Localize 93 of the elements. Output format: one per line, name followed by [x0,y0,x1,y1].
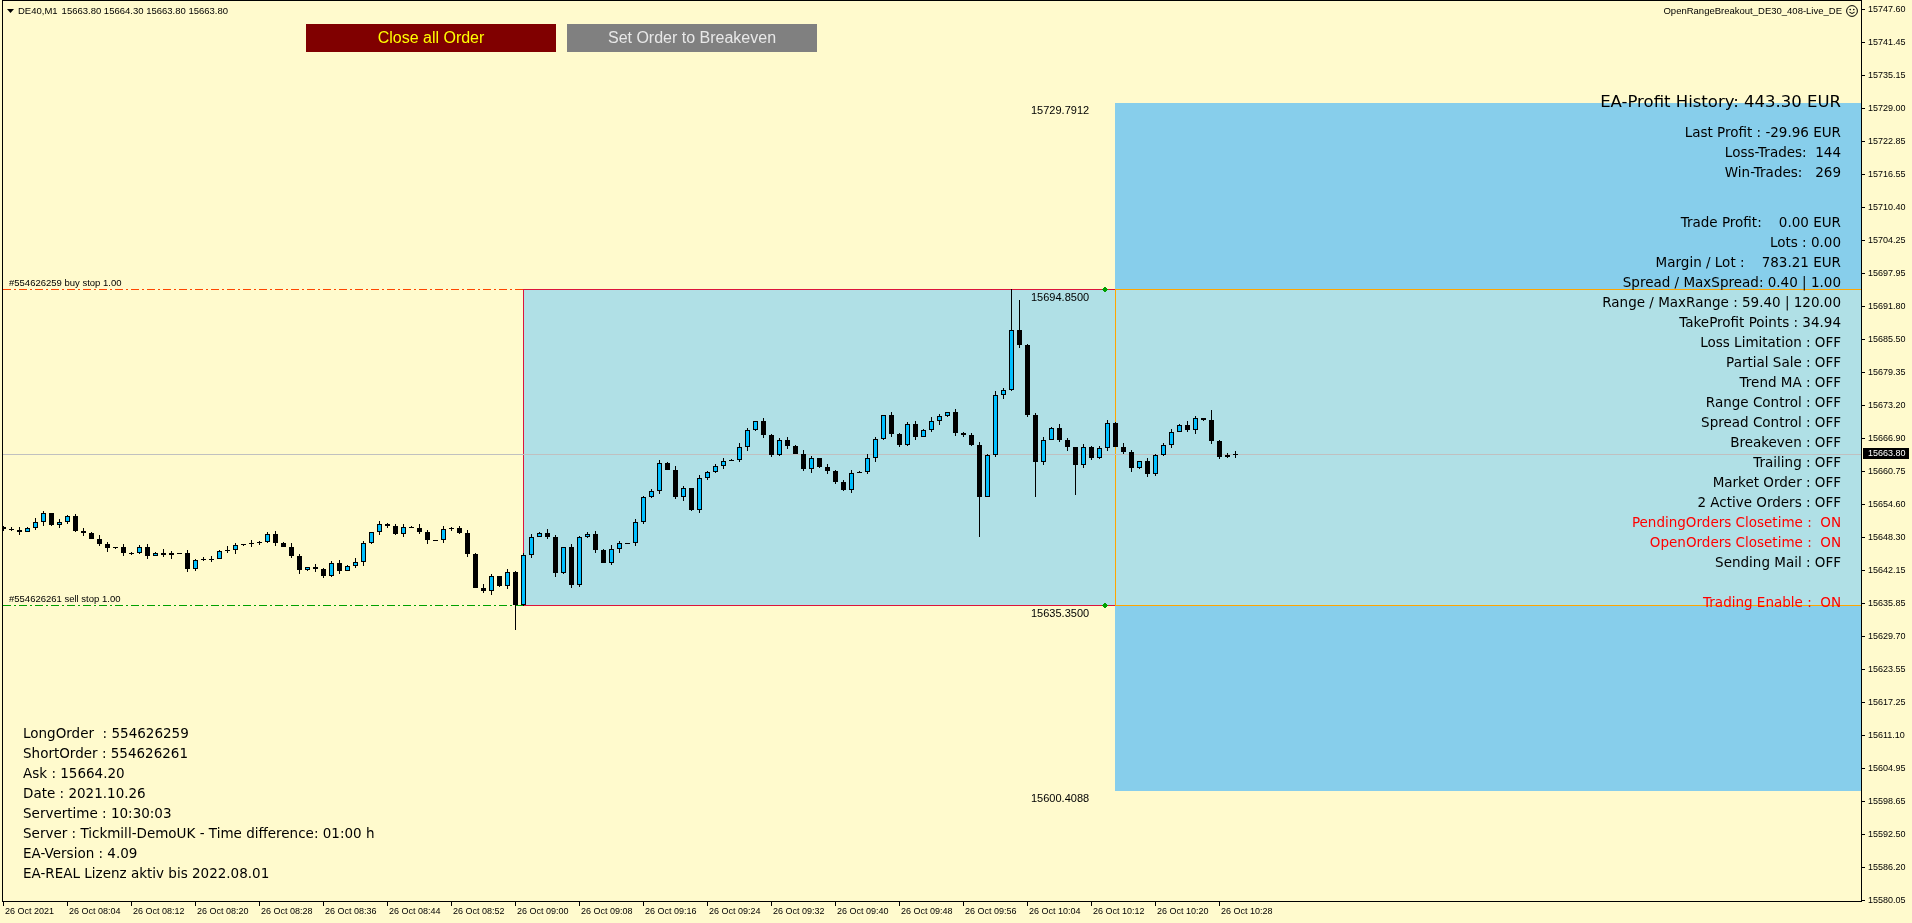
price-axis-label: 15747.60 [1868,3,1906,15]
close-all-button[interactable]: Close all Order [306,24,556,52]
time-axis-label: 26 Oct 08:04 [69,906,121,917]
time-axis-label: 26 Oct 2021 [5,906,55,917]
marker-icon [1102,286,1108,293]
price-axis-label: 15611.10 [1868,729,1905,741]
price-axis-label: 15642.15 [1868,564,1906,576]
price-quote: 15663.80 15664.30 15663.80 15663.80 [61,5,229,17]
price-axis-label: 15685.50 [1868,333,1906,345]
price-level-label: 15635.3500 [1031,607,1090,619]
price-axis-label: 15617.25 [1868,696,1906,708]
price-axis-label: 15592.50 [1868,828,1906,840]
price-axis-label: 15710.40 [1868,201,1906,213]
account-info-line: ShortOrder : 554626261 [23,744,190,763]
price-axis-label: 15580.05 [1868,894,1906,906]
status-line: TakeProfit Points : 34.94 [1679,312,1841,332]
account-info-line: Servertime : 10:30:03 [23,804,173,823]
status-line: Spread Control : OFF [1701,412,1841,432]
price-level-label: 15694.8500 [1031,291,1090,303]
account-info-line: Date : 2021.10.26 [23,784,147,803]
status-line: Sending Mail : OFF [1715,552,1841,572]
status-line: OpenOrders Closetime : ON [1649,532,1841,552]
status-line: Loss Limitation : OFF [1700,332,1841,352]
order-line-label: #554626261 sell stop 1.00 [9,593,121,604]
status-line: Range Control : OFF [1705,392,1841,412]
time-axis-label: 26 Oct 08:52 [453,906,505,917]
status-line: Last Profit : -29.96 EUR [1684,122,1841,142]
time-axis-label: 26 Oct 09:08 [581,906,633,917]
price-axis-label: 15679.35 [1868,366,1906,378]
status-line: Partial Sale : OFF [1726,352,1841,372]
price-axis-label: 15635.85 [1868,597,1906,609]
status-line: Win-Trades: 269 [1724,162,1841,182]
current-price-label: 15663.80 [1863,448,1909,459]
price-level-label: 15729.7912 [1031,104,1090,116]
price-axis-label: 15735.15 [1868,69,1906,81]
time-axis-label: 26 Oct 08:36 [325,906,377,917]
time-axis-label: 26 Oct 10:04 [1029,906,1081,917]
time-axis-label: 26 Oct 09:16 [645,906,697,917]
time-axis-label: 26 Oct 09:24 [709,906,761,917]
status-line: PendingOrders Closetime : ON [1631,512,1841,532]
price-axis-label: 15654.60 [1868,498,1906,510]
price-axis-label: 15629.70 [1868,630,1906,642]
account-info-line: EA-Version : 4.09 [23,844,139,863]
marker-icon [1102,602,1108,609]
price-axis-label: 15716.55 [1868,168,1906,180]
status-line: Trailing : OFF [1753,452,1841,472]
time-axis-label: 26 Oct 10:12 [1093,906,1145,917]
price-axis-label: 15673.20 [1868,399,1906,411]
smiley-icon [1846,5,1858,17]
status-line: Trade Profit: 0.00 EUR [1680,212,1841,232]
price-axis-label: 15586.20 [1868,861,1906,873]
price-axis-label: 15729.00 [1868,102,1906,114]
account-info-line: LongOrder : 554626259 [23,724,190,743]
chart-symbol: DE40,M1 [18,5,58,17]
status-line: Margin / Lot : 783.21 EUR [1655,252,1841,272]
order-line-label: #554626259 buy stop 1.00 [9,277,122,288]
price-axis-label: 15741.45 [1868,36,1906,48]
status-line: Lots : 0.00 [1769,232,1841,252]
price-axis-label: 15691.80 [1868,300,1906,312]
time-axis-label: 26 Oct 08:20 [197,906,249,917]
time-axis-label: 26 Oct 08:12 [133,906,185,917]
status-line: Trend MA : OFF [1739,372,1841,392]
price-axis-label: 15660.75 [1868,465,1906,477]
time-axis-label: 26 Oct 08:28 [261,906,313,917]
time-axis-label: 26 Oct 10:28 [1221,906,1273,917]
price-axis-label: 15704.25 [1868,234,1906,246]
time-axis-label: 26 Oct 09:48 [901,906,953,917]
account-info-line: Ask : 15664.20 [23,764,126,783]
expert-name: OpenRangeBreakout_DE30_408-Live_DE [1663,5,1842,17]
account-info-line: Server : Tickmill-DemoUK - Time difference: 01:00 h [23,824,375,843]
status-line: 2 Active Orders : OFF [1697,492,1841,512]
price-level-label: 15600.4088 [1031,792,1090,804]
status-line: Loss-Trades: 144 [1724,142,1841,162]
price-axis-label: 15722.85 [1868,135,1906,147]
status-line: Range / MaxRange : 59.40 | 120.00 [1602,292,1841,312]
status-line: Spread / MaxSpread: 0.40 | 1.00 [1622,272,1841,292]
time-axis-label: 26 Oct 09:56 [965,906,1017,917]
price-axis-label: 15648.30 [1868,531,1906,543]
account-info-line: EA-REAL Lizenz aktiv bis 2022.08.01 [23,864,271,883]
time-axis-label: 26 Oct 09:40 [837,906,889,917]
price-axis-label: 15598.65 [1868,795,1906,807]
time-axis-label: 26 Oct 10:20 [1157,906,1209,917]
price-axis-label: 15623.55 [1868,663,1906,675]
status-line: Market Order : OFF [1712,472,1841,492]
price-axis-label: 15666.90 [1868,432,1906,444]
status-line: Breakeven : OFF [1730,432,1841,452]
profit-history-title: EA-Profit History: 443.30 EUR [1600,91,1841,113]
time-axis-label: 26 Oct 09:32 [773,906,825,917]
price-axis-label: 15697.95 [1868,267,1906,279]
caret-icon[interactable] [7,9,14,13]
time-axis-label: 26 Oct 08:44 [389,906,441,917]
price-axis-label: 15604.95 [1868,762,1906,774]
time-axis-label: 26 Oct 09:00 [517,906,569,917]
